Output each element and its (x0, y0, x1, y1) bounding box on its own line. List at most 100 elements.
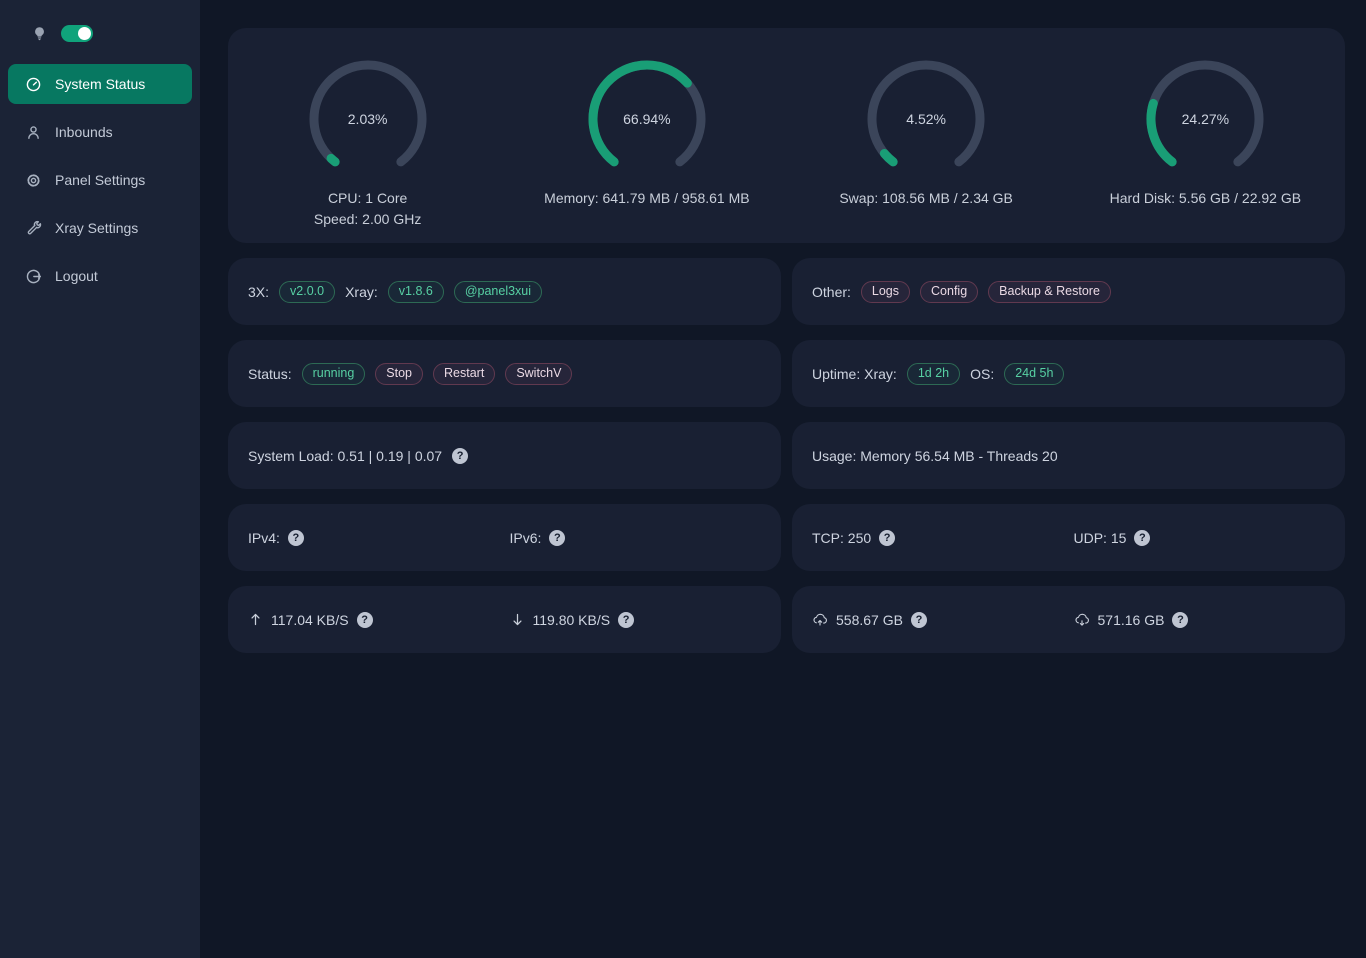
xui-version-label: 3X: (248, 284, 269, 300)
status-label: Status: (248, 366, 292, 382)
gauge-label-line: Speed: 2.00 GHz (314, 209, 421, 230)
sidebar-menu: System Status Inbounds Panel Settin (8, 64, 192, 296)
gauge-swap-label: Swap: 108.56 MB / 2.34 GB (839, 188, 1013, 209)
gauge-swap-dial: 4.52% (864, 57, 988, 181)
upload-speed-text: 117.04 KB/S (271, 612, 349, 628)
xray-status-card: Status: running Stop Restart SwitchV (228, 340, 781, 407)
traffic-total-card: 558.67 GB 571.16 GB (792, 586, 1345, 653)
total-sent-text: 558.67 GB (836, 612, 903, 628)
cloud-download-icon (1074, 612, 1090, 628)
sidebar-item-label: Xray Settings (55, 220, 138, 236)
gauge-hard-disk-value: 24.27% (1143, 57, 1267, 181)
uptime-card: Uptime: Xray: 1d 2h OS: 24d 5h (792, 340, 1345, 407)
question-circle-icon[interactable] (288, 530, 304, 546)
info-grid: 3X: v2.0.0 Xray: v1.8.6 @panel3xui Other… (228, 258, 1345, 653)
uptime-os-label: OS: (970, 366, 994, 382)
other-actions-card: Other: Logs Config Backup & Restore (792, 258, 1345, 325)
total-received-block: 571.16 GB (1074, 612, 1326, 628)
uptime-xray-label: Uptime: Xray: (812, 366, 897, 382)
system-load-card: System Load: 0.51 | 0.19 | 0.07 (228, 422, 781, 489)
gauge-memory-value: 66.94% (585, 57, 709, 181)
question-circle-icon[interactable] (1172, 612, 1188, 628)
xray-version-tag: v1.8.6 (388, 281, 444, 303)
arrow-up-icon (248, 612, 263, 627)
sidebar-item-inbounds[interactable]: Inbounds (8, 112, 192, 152)
ipv6-block: IPv6: (510, 530, 762, 546)
logs-button[interactable]: Logs (861, 281, 910, 303)
user-icon (25, 124, 42, 141)
question-circle-icon[interactable] (618, 612, 634, 628)
telegram-link-tag[interactable]: @panel3xui (454, 281, 542, 303)
ip-card: IPv4: IPv6: (228, 504, 781, 571)
gear-icon (25, 172, 42, 189)
sidebar-item-label: Logout (55, 268, 98, 284)
wrench-icon (25, 220, 42, 237)
gauge-cpu-value: 2.03% (306, 57, 430, 181)
sidebar: System Status Inbounds Panel Settin (0, 0, 200, 958)
tcp-count-text: TCP: 250 (812, 530, 871, 546)
sidebar-item-system-status[interactable]: System Status (8, 64, 192, 104)
ipv6-label: IPv6: (510, 530, 542, 546)
gauge-memory-dial: 66.94% (585, 57, 709, 181)
gauge-hard-disk-label: Hard Disk: 5.56 GB / 22.92 GB (1110, 188, 1301, 209)
dashboard-icon (25, 76, 42, 93)
gauge-cpu-dial: 2.03% (306, 57, 430, 181)
xui-version-tag: v2.0.0 (279, 281, 335, 303)
gauge-swap-value: 4.52% (864, 57, 988, 181)
question-circle-icon[interactable] (1134, 530, 1150, 546)
xray-version-label: Xray: (345, 284, 378, 300)
main-content: 2.03% CPU: 1 Core Speed: 2.00 GHz 66.94%… (200, 0, 1366, 958)
udp-block: UDP: 15 (1074, 530, 1326, 546)
dark-mode-toggle[interactable] (61, 25, 93, 42)
upload-speed-block: 117.04 KB/S (248, 612, 500, 628)
sidebar-item-label: Panel Settings (55, 172, 145, 188)
question-circle-icon[interactable] (879, 530, 895, 546)
question-circle-icon[interactable] (452, 448, 468, 464)
status-running-tag: running (302, 363, 366, 385)
question-circle-icon[interactable] (357, 612, 373, 628)
question-circle-icon[interactable] (911, 612, 927, 628)
gauge-label-line: CPU: 1 Core (314, 188, 421, 209)
bulb-icon (32, 26, 47, 41)
theme-toggle-row (8, 22, 192, 44)
ipv4-label: IPv4: (248, 530, 280, 546)
cloud-upload-icon (812, 612, 828, 628)
network-speed-card: 117.04 KB/S 119.80 KB/S (228, 586, 781, 653)
usage-text: Usage: Memory 56.54 MB - Threads 20 (812, 448, 1058, 464)
gauge-cpu-label: CPU: 1 Core Speed: 2.00 GHz (314, 188, 421, 230)
connections-card: TCP: 250 UDP: 15 (792, 504, 1345, 571)
system-load-text: System Load: 0.51 | 0.19 | 0.07 (248, 448, 442, 464)
gauge-label-line: Hard Disk: 5.56 GB / 22.92 GB (1110, 188, 1301, 209)
backup-restore-button[interactable]: Backup & Restore (988, 281, 1111, 303)
uptime-os-tag: 24d 5h (1004, 363, 1064, 385)
logout-icon (25, 268, 42, 285)
gauge-label-line: Memory: 641.79 MB / 958.61 MB (544, 188, 749, 209)
restart-button[interactable]: Restart (433, 363, 495, 385)
system-gauges-card: 2.03% CPU: 1 Core Speed: 2.00 GHz 66.94%… (228, 28, 1345, 243)
ipv4-block: IPv4: (248, 530, 500, 546)
sidebar-item-label: Inbounds (55, 124, 113, 140)
gauge-hard-disk-dial: 24.27% (1143, 57, 1267, 181)
sidebar-item-label: System Status (55, 76, 145, 92)
tcp-block: TCP: 250 (812, 530, 1064, 546)
sidebar-item-logout[interactable]: Logout (8, 256, 192, 296)
gauge-memory: 66.94% Memory: 641.79 MB / 958.61 MB (507, 57, 786, 243)
arrow-down-icon (510, 612, 525, 627)
gauge-memory-label: Memory: 641.79 MB / 958.61 MB (544, 188, 749, 209)
udp-count-text: UDP: 15 (1074, 530, 1127, 546)
config-button[interactable]: Config (920, 281, 978, 303)
version-card: 3X: v2.0.0 Xray: v1.8.6 @panel3xui (228, 258, 781, 325)
switch-version-button[interactable]: SwitchV (505, 363, 572, 385)
total-received-text: 571.16 GB (1098, 612, 1165, 628)
question-circle-icon[interactable] (549, 530, 565, 546)
sidebar-item-xray-settings[interactable]: Xray Settings (8, 208, 192, 248)
toggle-knob (78, 27, 91, 40)
uptime-xray-tag: 1d 2h (907, 363, 960, 385)
stop-button[interactable]: Stop (375, 363, 423, 385)
app-root: System Status Inbounds Panel Settin (0, 0, 1366, 958)
download-speed-block: 119.80 KB/S (510, 612, 762, 628)
total-sent-block: 558.67 GB (812, 612, 1064, 628)
sidebar-item-panel-settings[interactable]: Panel Settings (8, 160, 192, 200)
usage-card: Usage: Memory 56.54 MB - Threads 20 (792, 422, 1345, 489)
download-speed-text: 119.80 KB/S (533, 612, 611, 628)
